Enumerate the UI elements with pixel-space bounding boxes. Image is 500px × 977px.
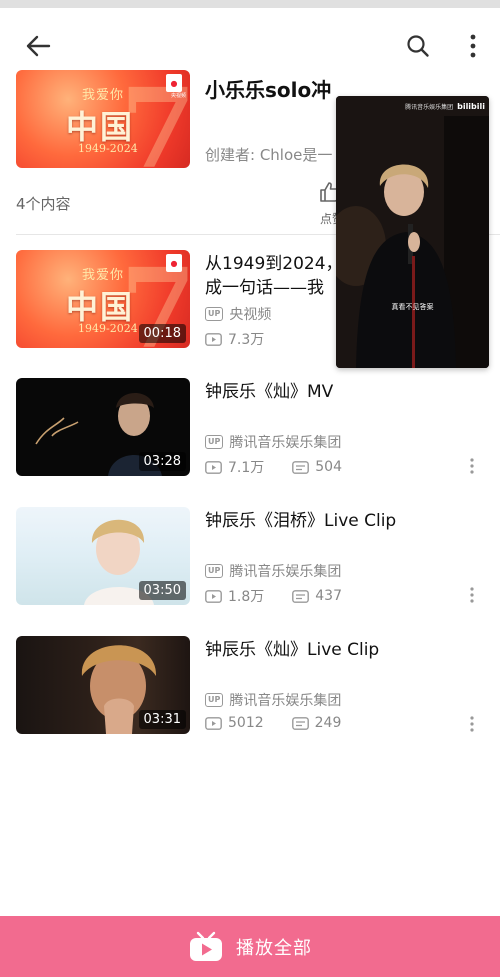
cover-logo-text: 央视频: [170, 93, 186, 99]
video-item[interactable]: 03:50 钟辰乐《泪桥》Live Clip UP 腾讯音乐娱乐集团 1.8万 …: [0, 507, 500, 607]
cctv-logo-icon: ●: [166, 254, 182, 272]
view-count: 5012: [228, 715, 264, 731]
cover-years: 1949-2024: [78, 142, 138, 155]
collection-title: 小乐乐solo冲: [205, 78, 332, 102]
play-count-icon: [205, 716, 222, 730]
video-title: 钟辰乐《灿》MV: [205, 382, 334, 402]
collection-cover[interactable]: 75 我爱你 中国 1949-2024 ● 央视频: [16, 70, 190, 168]
view-count: 7.1万: [228, 460, 265, 476]
video-stats: 7.3万: [205, 329, 264, 349]
video-stats: 1.8万 437: [205, 586, 342, 606]
view-count: 1.8万: [228, 589, 265, 605]
uploader-name: 腾讯音乐娱乐集团: [229, 693, 342, 709]
play-all-label: 播放全部: [236, 937, 312, 959]
video-item[interactable]: 03:31 钟辰乐《灿》Live Clip UP 腾讯音乐娱乐集团 5012 2…: [0, 636, 500, 736]
performer-video-frame: [336, 96, 489, 368]
pip-header: 腾讯音乐娱乐集团 bilibili: [336, 96, 489, 116]
uploader-name: 腾讯音乐娱乐集团: [229, 564, 342, 580]
pip-subtitle: 真看不见答案: [391, 303, 434, 311]
video-duration: 03:31: [138, 710, 186, 729]
video-uploader: UP 腾讯音乐娱乐集团: [205, 432, 341, 452]
view-count: 7.3万: [228, 332, 265, 348]
video-uploader: UP 腾讯音乐娱乐集团: [205, 561, 341, 581]
up-tag-icon: UP: [205, 435, 224, 449]
video-title: 钟辰乐《泪桥》Live Clip: [205, 511, 397, 531]
item-more-button[interactable]: [464, 585, 480, 605]
video-item[interactable]: 03:28 钟辰乐《灿》MV UP 腾讯音乐娱乐集团 7.1万 504: [0, 378, 500, 478]
video-duration: 03:28: [138, 452, 186, 471]
cover-years: 1949-2024: [78, 322, 138, 335]
video-thumbnail[interactable]: 03:28: [16, 378, 190, 476]
up-tag-icon: UP: [205, 693, 224, 707]
arrow-left-icon: [26, 35, 51, 57]
video-uploader: UP 腾讯音乐娱乐集团: [205, 690, 341, 710]
more-vertical-icon: [470, 34, 476, 58]
video-stats: 7.1万 504: [205, 457, 342, 477]
uploader-name: 腾讯音乐娱乐集团: [229, 435, 342, 451]
cctv-logo-icon: ●: [166, 74, 182, 92]
top-bar: [0, 20, 500, 70]
more-vertical-icon: [470, 587, 474, 603]
video-duration: 03:50: [138, 581, 186, 600]
back-button[interactable]: [18, 28, 58, 64]
uploader-name: 央视频: [229, 307, 272, 323]
video-thumbnail[interactable]: 03:50: [16, 507, 190, 605]
up-tag-icon: UP: [205, 564, 224, 578]
video-title: 钟辰乐《灿》Live Clip: [205, 640, 380, 660]
video-stats: 5012 249: [205, 715, 341, 731]
video-thumbnail[interactable]: 75 我爱你 中国 1949-2024 ● 00:18: [16, 250, 190, 348]
play-count-icon: [205, 589, 222, 603]
comment-count: 437: [315, 588, 342, 604]
item-more-button[interactable]: [464, 456, 480, 476]
collection-count: 4个内容: [16, 195, 71, 213]
tv-play-icon: [190, 931, 222, 961]
more-vertical-icon: [470, 716, 474, 732]
video-duration: 00:18: [138, 324, 186, 343]
video-uploader: UP 央视频: [205, 304, 271, 324]
danmaku-count-icon: [292, 460, 310, 474]
search-icon: [407, 35, 429, 57]
more-options-button[interactable]: [458, 28, 488, 64]
danmaku-count-icon: [292, 589, 310, 603]
cover-small-text: 我爱你: [82, 268, 125, 283]
collection-creator[interactable]: 创建者: Chloe是一: [205, 144, 332, 165]
play-count-icon: [205, 332, 222, 346]
play-all-button[interactable]: 播放全部: [0, 916, 500, 977]
search-button[interactable]: [400, 28, 436, 64]
comment-count: 249: [314, 715, 342, 731]
up-tag-icon: UP: [205, 307, 224, 321]
more-vertical-icon: [470, 458, 474, 474]
comment-count: 504: [315, 459, 342, 475]
video-title: 从1949到2024， 成一句话——我: [205, 254, 343, 298]
status-strip: [0, 0, 500, 8]
floating-video-player[interactable]: 腾讯音乐娱乐集团 bilibili 真看不见答案: [336, 96, 489, 368]
bilibili-logo-icon: bilibili: [457, 101, 485, 111]
play-count-icon: [205, 460, 222, 474]
video-thumbnail[interactable]: 03:31: [16, 636, 190, 734]
danmaku-count-icon: [291, 716, 309, 730]
cover-small-text: 我爱你: [82, 88, 125, 103]
item-more-button[interactable]: [464, 714, 480, 734]
pip-brand: 腾讯音乐娱乐集团: [405, 103, 454, 111]
